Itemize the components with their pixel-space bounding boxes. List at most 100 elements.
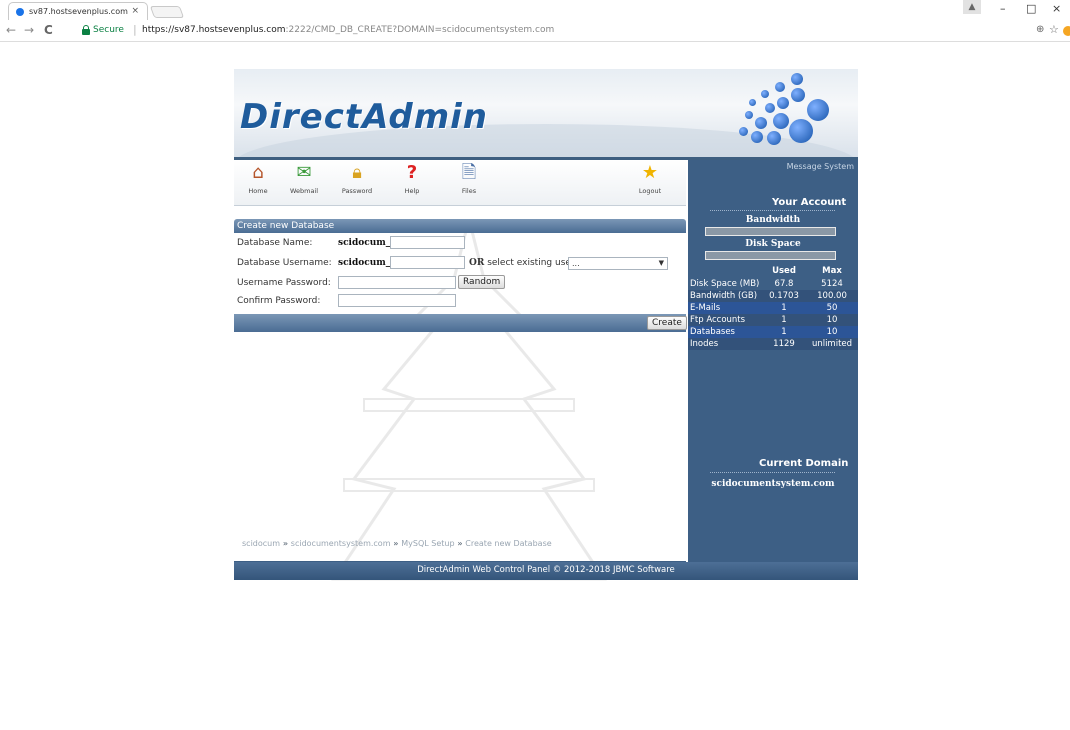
toolbar-help-label: Help xyxy=(404,187,420,195)
question-icon: ? xyxy=(406,162,418,183)
url-separator: | xyxy=(133,23,137,36)
existing-user-value: ... xyxy=(572,259,580,268)
table-row: Databases 1 10 xyxy=(688,326,858,338)
breadcrumb-sep: » xyxy=(280,539,291,548)
existing-user-select[interactable]: ... ▼ xyxy=(568,257,668,270)
max-header: Max xyxy=(822,266,842,276)
directadmin-logo[interactable]: DirectAdmin xyxy=(240,97,488,137)
toolbar-webmail[interactable]: ✉ Webmail xyxy=(284,162,324,195)
url-field[interactable]: https://sv87.hostsevenplus.com:2222/CMD_… xyxy=(142,25,554,35)
section-header: Create new Database xyxy=(234,219,686,233)
username-password-label: Username Password: xyxy=(237,278,331,288)
page-footer: DirectAdmin Web Control Panel © 2012-201… xyxy=(234,562,858,580)
toolbar-password-label: Password xyxy=(341,187,373,195)
or-select-label: OR select existing user xyxy=(469,258,575,268)
zoom-icon[interactable]: ⊕ xyxy=(1036,24,1044,35)
current-domain-heading: Current Domain xyxy=(759,458,849,469)
db-username-label: Database Username: xyxy=(237,258,332,268)
row-max: 50 xyxy=(806,302,858,314)
tab-close-icon[interactable]: × xyxy=(131,6,139,16)
mail-icon: ✉ xyxy=(296,162,312,183)
reload-icon[interactable]: C xyxy=(44,23,53,37)
lock-icon xyxy=(82,25,90,35)
row-used: 1 xyxy=(762,326,806,338)
main-toolbar: ⌂ Home ✉ Webmail 🔒︎ Password ? Help 🗎︎ F… xyxy=(234,160,686,206)
breadcrumb-sep: » xyxy=(390,539,402,548)
breadcrumb-domain[interactable]: scidocumentsystem.com xyxy=(291,539,391,548)
db-username-prefix: scidocum_ xyxy=(338,258,391,268)
db-username-input[interactable] xyxy=(390,256,465,269)
db-name-prefix: scidocum_ xyxy=(338,238,391,248)
row-label: Disk Space (MB) xyxy=(690,279,760,289)
logo-dots-icon xyxy=(689,69,858,159)
confirm-password-input[interactable] xyxy=(338,294,456,307)
message-system-link[interactable]: Message System xyxy=(787,162,854,171)
main-content: Create new Database Database Name: scido… xyxy=(234,219,687,581)
browser-tab[interactable]: sv87.hostsevenplus.com × xyxy=(8,2,148,20)
row-max: 100.00 xyxy=(806,290,858,302)
close-window-icon[interactable]: × xyxy=(1052,2,1061,15)
row-max: 10 xyxy=(806,326,858,338)
confirm-password-label: Confirm Password: xyxy=(237,296,321,306)
dropdown-arrow-icon: ▼ xyxy=(658,259,664,267)
divider xyxy=(710,210,835,211)
form-footer-bar xyxy=(234,314,686,332)
directadmin-page: DirectAdmin ⌂ Home ✉ Webmail 🔒︎ Password… xyxy=(234,69,858,581)
or-bold: OR xyxy=(469,258,485,268)
house-icon: ⌂ xyxy=(252,162,264,183)
table-row: Inodes 1129 unlimited xyxy=(688,338,858,350)
toolbar-webmail-label: Webmail xyxy=(289,187,319,195)
breadcrumb-mysql[interactable]: MySQL Setup xyxy=(401,539,454,548)
bandwidth-label: Bandwidth xyxy=(745,215,801,225)
bandwidth-bar xyxy=(705,227,836,236)
breadcrumb-user[interactable]: scidocum xyxy=(242,539,280,548)
toolbar-logout-label: Logout xyxy=(638,187,662,195)
table-row: Bandwidth (GB) 0.1703 100.00 xyxy=(688,290,858,302)
tab-title: sv87.hostsevenplus.com xyxy=(29,7,128,16)
extension-icon[interactable] xyxy=(1063,26,1070,36)
star-icon: ★ xyxy=(641,162,659,183)
divider xyxy=(710,472,835,473)
row-max: unlimited xyxy=(806,338,858,350)
row-label: Ftp Accounts xyxy=(688,314,762,326)
disk-space-label: Disk Space xyxy=(745,239,801,249)
profile-icon[interactable]: ▲ xyxy=(963,0,981,14)
or-rest: select existing user xyxy=(484,258,575,268)
current-domain-link[interactable]: scidocumentsystem.com xyxy=(688,479,858,489)
row-used: 0.1703 xyxy=(762,290,806,302)
create-button[interactable]: Create xyxy=(647,316,687,330)
account-sidebar: Message System Your Account Bandwidth Di… xyxy=(688,160,858,580)
secure-label: Secure xyxy=(93,25,124,35)
minimize-icon[interactable]: – xyxy=(1000,2,1006,15)
bookmark-star-icon[interactable]: ☆ xyxy=(1049,23,1059,36)
forward-icon[interactable]: → xyxy=(24,23,34,37)
address-bar: ← → C Secure | https://sv87.hostsevenplu… xyxy=(0,20,1070,42)
toolbar-home[interactable]: ⌂ Home xyxy=(238,162,278,195)
row-label: Bandwidth (GB) xyxy=(688,290,762,302)
random-button[interactable]: Random xyxy=(458,275,506,289)
toolbar-help[interactable]: ? Help xyxy=(392,162,432,195)
username-password-input[interactable] xyxy=(338,276,456,289)
tab-favicon-icon xyxy=(16,8,24,16)
files-icon: 🗎︎ xyxy=(461,162,477,183)
toolbar-logout[interactable]: ★ Logout xyxy=(630,162,670,195)
breadcrumb-sep: » xyxy=(454,539,466,548)
db-name-label: Database Name: xyxy=(237,238,313,248)
row-used: 1 xyxy=(762,314,806,326)
table-row: Disk Space (MB) 67.8 5124 xyxy=(688,278,858,290)
usage-table: Used Max Disk Space (MB) 67.8 5124 Bandw… xyxy=(688,264,858,350)
toolbar-files[interactable]: 🗎︎ Files xyxy=(449,162,489,195)
new-tab-button[interactable] xyxy=(149,6,185,18)
table-row: Ftp Accounts 1 10 xyxy=(688,314,858,326)
row-label: E-Mails xyxy=(688,302,762,314)
url-path: :2222/CMD_DB_CREATE?DOMAIN=scidocumentsy… xyxy=(285,25,555,35)
toolbar-password[interactable]: 🔒︎ Password xyxy=(337,162,377,195)
breadcrumb-current: Create new Database xyxy=(465,539,552,548)
url-host: https://sv87.hostsevenplus.com xyxy=(142,25,286,35)
restore-icon[interactable]: □ xyxy=(1026,2,1036,15)
toolbar-home-label: Home xyxy=(248,187,268,195)
row-used: 67.8 xyxy=(774,279,794,289)
db-name-input[interactable] xyxy=(390,236,465,249)
row-used: 1 xyxy=(762,302,806,314)
back-icon[interactable]: ← xyxy=(6,23,16,37)
